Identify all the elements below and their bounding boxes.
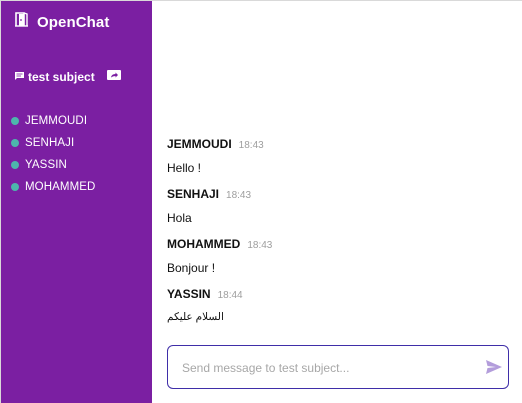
chat-bubble-icon [15, 68, 24, 86]
send-icon[interactable] [485, 358, 503, 376]
sidebar: OpenChat test subject JEMMOUDI SENHAJI Y… [1, 1, 152, 403]
message-text: السلام عليكم [167, 311, 224, 323]
message-author: MOHAMMED [167, 237, 241, 251]
message-author: JEMMOUDI [167, 137, 232, 151]
message-composer [167, 345, 509, 389]
message-time: 18:44 [217, 290, 243, 301]
chat-panel: JEMMOUDI 18:43 Hello ! SENHAJI 18:43 Hol… [152, 1, 522, 403]
message-time: 18:43 [226, 190, 252, 201]
user-item[interactable]: YASSIN [11, 154, 95, 176]
user-item[interactable]: JEMMOUDI [11, 110, 95, 132]
message-list: JEMMOUDI 18:43 Hello ! SENHAJI 18:43 Hol… [167, 137, 507, 337]
message-time: 18:43 [247, 240, 273, 251]
online-status-icon [11, 183, 19, 191]
user-name: SENHAJI [25, 137, 75, 149]
message-text: Bonjour ! [167, 261, 216, 275]
message-text: Hola [167, 211, 192, 225]
message-item: SENHAJI 18:43 Hola [167, 187, 507, 237]
online-status-icon [11, 139, 19, 147]
user-name: JEMMOUDI [25, 115, 88, 127]
brand: OpenChat [15, 12, 109, 32]
online-status-icon [11, 161, 19, 169]
user-list: JEMMOUDI SENHAJI YASSIN MOHAMMED [11, 110, 95, 198]
message-author: SENHAJI [167, 187, 220, 201]
message-item: MOHAMMED 18:43 Bonjour ! [167, 237, 507, 287]
room-name: test subject [28, 70, 95, 84]
message-item: YASSIN 18:44 السلام عليكم [167, 287, 507, 337]
share-screen-icon[interactable] [107, 68, 121, 86]
room-item[interactable]: test subject [15, 68, 125, 86]
message-input[interactable] [182, 358, 472, 378]
message-item: JEMMOUDI 18:43 Hello ! [167, 137, 507, 187]
message-time: 18:43 [238, 140, 264, 151]
app-title: OpenChat [37, 13, 110, 31]
user-name: MOHAMMED [25, 181, 96, 193]
door-exit-icon[interactable] [15, 12, 29, 32]
message-text: Hello ! [167, 161, 202, 175]
message-author: YASSIN [167, 287, 211, 301]
app-window: OpenChat test subject JEMMOUDI SENHAJI Y… [0, 0, 522, 403]
online-status-icon [11, 117, 19, 125]
user-item[interactable]: SENHAJI [11, 132, 95, 154]
user-item[interactable]: MOHAMMED [11, 176, 95, 198]
user-name: YASSIN [25, 159, 67, 171]
